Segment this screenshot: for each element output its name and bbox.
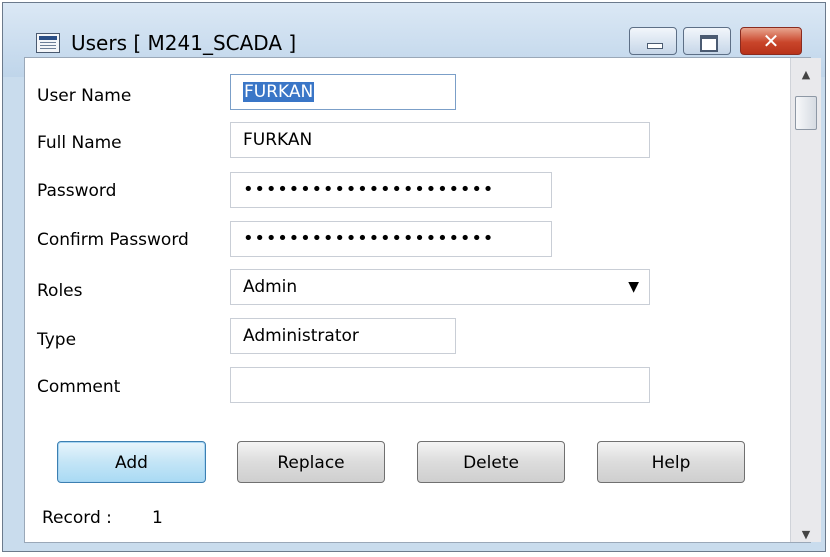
comment-label: Comment <box>37 377 121 397</box>
confirm-password-value: •••••••••••••••••••••• <box>243 228 495 249</box>
minimize-button[interactable] <box>629 27 677 55</box>
password-label: Password <box>37 181 117 201</box>
type-label: Type <box>37 330 77 350</box>
full-name-input[interactable]: FURKAN <box>230 122 650 158</box>
roles-selected-value: Admin <box>243 277 298 297</box>
record-number: 1 <box>152 508 163 528</box>
close-icon: ✕ <box>762 29 780 53</box>
maximize-button[interactable] <box>683 27 731 55</box>
replace-button[interactable]: Replace <box>237 441 385 483</box>
record-label: Record : <box>42 508 112 528</box>
dropdown-arrow-icon[interactable]: ▼ <box>628 270 639 304</box>
user-name-label: User Name <box>37 86 132 106</box>
full-name-value: FURKAN <box>243 130 313 150</box>
app-window-icon <box>36 33 60 53</box>
roles-dropdown[interactable]: Admin ▼ <box>230 269 650 305</box>
scroll-down-arrow-icon[interactable]: ▼ <box>791 528 821 541</box>
scroll-thumb[interactable] <box>795 96 817 130</box>
confirm-password-input[interactable]: •••••••••••••••••••••• <box>230 221 552 257</box>
roles-label: Roles <box>37 281 83 301</box>
help-button[interactable]: Help <box>597 441 745 483</box>
delete-button[interactable]: Delete <box>417 441 565 483</box>
user-name-input[interactable]: FURKAN <box>230 74 456 110</box>
type-value: Administrator <box>243 326 359 346</box>
comment-input[interactable] <box>230 367 650 403</box>
password-value: •••••••••••••••••••••• <box>243 179 495 200</box>
add-button[interactable]: Add <box>57 441 206 483</box>
type-input[interactable]: Administrator <box>230 318 456 354</box>
vertical-scrollbar[interactable]: ▲ ▼ <box>790 58 821 542</box>
full-name-label: Full Name <box>37 133 122 153</box>
password-input[interactable]: •••••••••••••••••••••• <box>230 172 552 208</box>
minimize-icon <box>647 43 663 49</box>
user-name-value: FURKAN <box>243 82 315 102</box>
confirm-password-label: Confirm Password <box>37 230 189 250</box>
scroll-up-arrow-icon[interactable]: ▲ <box>791 68 821 81</box>
close-button[interactable]: ✕ <box>740 27 802 55</box>
maximize-icon <box>700 35 718 52</box>
window-title: Users [ M241_SCADA ] <box>71 31 297 55</box>
